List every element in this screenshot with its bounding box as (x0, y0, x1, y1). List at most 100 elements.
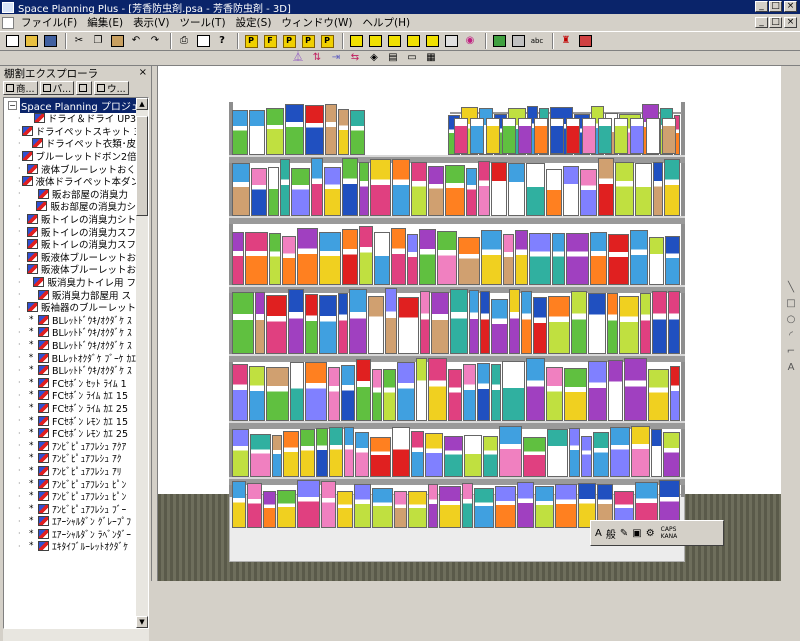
product-facing[interactable] (232, 292, 254, 354)
folder-icon[interactable]: ▭ (404, 50, 420, 66)
product-facing[interactable] (552, 233, 565, 285)
tree-item[interactable]: · * ｱﾝﾋﾞﾋﾟｭｱﾌﾚｼｭ ｱﾘ (18, 465, 136, 477)
product-facing[interactable] (407, 234, 418, 285)
product-facing[interactable] (521, 291, 532, 354)
product-facing[interactable] (593, 432, 609, 477)
product-facing[interactable] (247, 483, 262, 528)
product-facing[interactable] (491, 162, 507, 216)
layer-icon[interactable]: ◈ (366, 50, 382, 66)
product-facing[interactable] (305, 294, 318, 354)
rect-tool-icon[interactable]: □ (782, 298, 800, 314)
tree-item[interactable]: · * ｴｱｰｼｬﾙﾀﾞﾝ ﾗﾍﾞﾝﾀﾞｰ (18, 528, 136, 540)
product-facing[interactable] (354, 484, 371, 528)
product-facing[interactable] (272, 435, 282, 477)
product-facing[interactable] (232, 232, 244, 285)
product-facing[interactable] (630, 230, 648, 285)
product-facing[interactable] (250, 434, 271, 477)
scroll-down-button[interactable]: ▼ (136, 616, 148, 628)
table-icon[interactable] (443, 33, 459, 49)
product-facing[interactable] (590, 232, 607, 285)
tree-item[interactable]: · * BLﾚｯﾄﾄﾞｳｷ/ｵｸﾀﾞｹ ｽ (18, 326, 136, 339)
hanging-product[interactable] (454, 118, 468, 154)
tree-item[interactable]: · * BLﾚｯﾄｵｸﾀﾞｹ ﾌﾞｰｹ ｶｴ (18, 351, 136, 364)
product-facing[interactable] (548, 296, 570, 354)
product-facing[interactable] (266, 367, 289, 421)
redo-icon[interactable]: ↷ (147, 33, 163, 49)
menu-tools[interactable]: ツール(T) (174, 15, 230, 30)
product-facing[interactable] (245, 232, 268, 285)
tree-item[interactable]: · * FCｾﾎﾞﾝ ﾚﾓﾝ ｶｴ 15 (18, 414, 136, 427)
tab-parts[interactable]: パ... (39, 81, 75, 95)
product-facing[interactable] (290, 362, 304, 421)
tree-item[interactable]: · 液体ドライペット本ダン (18, 175, 136, 188)
product-facing[interactable] (232, 364, 248, 421)
import-icon[interactable] (367, 33, 383, 49)
product-facing[interactable] (608, 234, 629, 285)
product-facing[interactable] (249, 110, 265, 155)
tree-item[interactable]: · 販トイレの消臭力スフ (18, 238, 136, 251)
tree-item[interactable]: · 販お部屋の消臭力シ (18, 200, 136, 213)
product-facing[interactable] (385, 288, 397, 354)
product-facing[interactable] (508, 163, 525, 216)
product-facing[interactable] (283, 431, 299, 477)
tree-item[interactable]: · * ｱﾝﾋﾞﾋﾟｭｱﾌﾚｼｭ ﾋﾟﾝ (18, 477, 136, 490)
tab-layers[interactable] (76, 81, 93, 95)
tree-item[interactable]: · * ｴｱｰｼｬﾙﾀﾞﾝ ｸﾞﾚｰﾌﾟﾌ (18, 515, 136, 528)
product-facing[interactable] (580, 169, 597, 216)
product-facing[interactable] (462, 483, 473, 528)
tree-item[interactable]: · 販袖器のブルーレット (18, 301, 136, 314)
product-facing[interactable] (563, 166, 579, 216)
product-facing[interactable] (372, 369, 382, 421)
tree-item[interactable]: · 販お部屋の消臭力 (18, 188, 136, 200)
tree-vertical-scrollbar[interactable]: ▲ ▼ (136, 98, 148, 628)
tree-horizontal-scrollbar[interactable] (3, 629, 149, 641)
hanging-product[interactable] (550, 118, 564, 154)
product-facing[interactable] (232, 163, 250, 216)
product-facing[interactable] (411, 162, 427, 216)
product-facing[interactable] (282, 236, 296, 285)
product-facing[interactable] (428, 484, 438, 528)
product-facing[interactable] (610, 427, 630, 477)
product-facing[interactable] (392, 427, 410, 477)
open-icon[interactable] (23, 33, 39, 49)
product-facing[interactable] (359, 226, 373, 285)
product-facing[interactable] (416, 358, 427, 421)
paste-icon[interactable] (109, 33, 125, 49)
product-facing[interactable] (663, 432, 680, 477)
product-facing[interactable] (232, 481, 246, 528)
tree-item[interactable]: · ドライペットスキット 3 (18, 125, 136, 137)
product-facing[interactable] (297, 228, 318, 285)
document-icon[interactable] (2, 16, 14, 29)
hanging-product[interactable] (502, 118, 516, 154)
tree-item[interactable]: · 販トイレの消臭力シト (18, 213, 136, 225)
product-facing[interactable] (555, 484, 577, 528)
product-facing[interactable] (588, 293, 606, 354)
product-facing[interactable] (458, 237, 480, 285)
product-facing[interactable] (300, 429, 315, 477)
product-icon[interactable]: ♜ (558, 33, 574, 49)
export-icon[interactable]: ▦ (423, 50, 439, 66)
product-facing[interactable] (428, 358, 447, 421)
ime-dict-icon[interactable]: ▣ (632, 528, 641, 539)
product-facing[interactable] (428, 166, 444, 216)
text-tool-icon[interactable]: A (782, 362, 800, 378)
product-facing[interactable] (269, 233, 281, 285)
product-facing[interactable] (285, 104, 304, 155)
product-facing[interactable] (668, 291, 680, 354)
product-facing[interactable] (491, 299, 508, 354)
hanging-product[interactable] (534, 118, 548, 154)
product-facing[interactable] (478, 161, 490, 216)
product-facing[interactable] (615, 162, 634, 216)
product-facing[interactable] (374, 232, 390, 285)
line-tool-icon[interactable]: ╲ (782, 282, 800, 298)
product-facing[interactable] (324, 167, 341, 216)
maximize-button[interactable]: □ (769, 1, 782, 12)
product-facing[interactable] (635, 163, 652, 216)
product-facing[interactable] (337, 491, 353, 528)
hanging-product[interactable] (598, 118, 612, 154)
scroll-up-button[interactable]: ▲ (136, 98, 148, 110)
product-facing[interactable] (232, 110, 248, 155)
product-facing[interactable] (526, 163, 545, 216)
p2-icon[interactable]: F (262, 33, 278, 49)
product-facing[interactable] (546, 169, 562, 216)
